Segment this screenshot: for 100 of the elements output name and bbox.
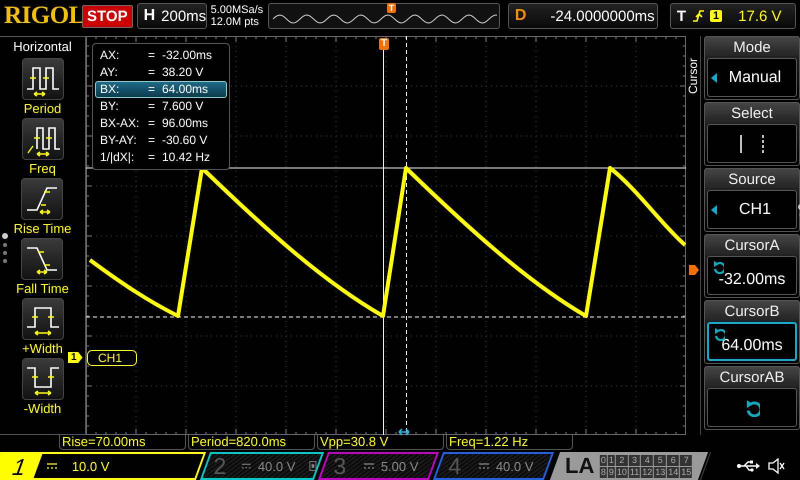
timebase-label: H	[144, 7, 156, 25]
digital-channel-bit: 3	[630, 454, 641, 466]
delay-label: D	[514, 7, 526, 25]
channel-indicator[interactable]: 2 40.0 V	[200, 452, 324, 480]
menu-item-title: CursorAB	[718, 369, 786, 387]
knob-icon	[744, 398, 760, 416]
menu-item[interactable]: Select	[704, 102, 800, 166]
readout-label: BX-AX:	[100, 116, 140, 131]
double-arrow-icon	[398, 428, 410, 436]
equals-sign: =	[148, 116, 156, 131]
trigger-label: T	[676, 8, 686, 24]
left-arrow-icon	[711, 204, 717, 214]
channel-scale: 40.0 V	[496, 458, 534, 474]
readout-value: 7.600 V	[162, 99, 204, 114]
equals-sign: =	[148, 48, 156, 63]
dc-coupling-icon	[240, 463, 252, 469]
digital-channel-bit: 0	[600, 454, 608, 466]
equals-sign: =	[148, 150, 156, 165]
readout-value: -30.60 V	[162, 133, 208, 148]
rising-edge-icon	[692, 10, 704, 22]
cursor-select-icon	[738, 132, 766, 154]
page-dots-icon	[2, 233, 8, 264]
channel-indicator[interactable]: 3 5.00 V	[318, 452, 440, 480]
trigger-source: 1	[710, 10, 722, 22]
digital-channel-bit: 4	[642, 454, 654, 466]
channel-marker: 1	[68, 352, 83, 363]
measurement-value: Freq=1.22 Hz	[446, 435, 573, 450]
usb-icon	[736, 459, 760, 473]
channel-scale: 40.0 V	[257, 458, 295, 474]
menu-title: Horizontal	[12, 38, 73, 56]
menu-item[interactable]: CursorB 64.00ms	[704, 300, 800, 364]
delay-value: -24.0000000ms	[550, 8, 655, 24]
menu-tab-label: Cursor	[686, 58, 700, 94]
digital-channel-bit: 7	[681, 454, 694, 466]
run-stop-status: STOP	[82, 4, 133, 28]
menu-value: Manual	[728, 68, 782, 86]
trigger-marker: T	[379, 38, 390, 50]
menu-value: 64.00ms	[721, 336, 783, 354]
readout-label: BY:	[100, 99, 120, 114]
equals-sign: =	[148, 99, 156, 114]
channel-indicator[interactable]: 1 10.0 V	[0, 452, 206, 480]
menu-item-title: Select	[730, 105, 774, 123]
dc-coupling-icon	[46, 463, 58, 469]
channel-scale: 5.00 V	[380, 458, 418, 474]
channel-indicator[interactable]: 4 40.0 V	[432, 452, 554, 480]
menu-item-title: CursorA	[723, 237, 780, 255]
speaker-muted-icon	[768, 458, 786, 474]
digital-channel-bit: 15	[681, 466, 694, 478]
digital-channel-bit: 13	[654, 466, 667, 478]
menu-item[interactable]: CursorA -32.00ms	[704, 234, 800, 298]
trigger-level: 17.6 V	[738, 8, 782, 24]
digital-channel-bit: 6	[668, 454, 680, 466]
equals-sign: =	[148, 133, 156, 148]
dc-coupling-icon	[478, 463, 490, 469]
digital-channel-bit: 12	[642, 466, 654, 478]
readout-value: -32.00ms	[162, 48, 214, 63]
readout-label: 1/|dX|:	[100, 150, 136, 165]
channel-number: 2	[212, 452, 228, 480]
channel-number: 4	[448, 452, 462, 480]
readout-value: 38.20 V	[162, 65, 204, 80]
equals-sign: =	[148, 65, 156, 80]
channel-number: 3	[332, 452, 348, 480]
measurement-value: Period=820.0ms	[188, 435, 315, 450]
menu-item[interactable]: CursorAB	[704, 366, 800, 430]
digital-channel-bit: 11	[630, 466, 641, 478]
channel-number: 1	[0, 454, 42, 478]
la-label: LA	[565, 453, 595, 479]
channel-label: CH1	[87, 350, 138, 366]
channel-scale: 10.0 V	[72, 458, 110, 474]
readout-value: 10.42 Hz	[162, 150, 212, 165]
menu-item[interactable]: Source CH1	[704, 168, 800, 232]
menu-item-title: Mode	[732, 39, 772, 57]
digital-channel-bit: 14	[668, 466, 680, 478]
memory-depth: 12.0M pts	[210, 16, 260, 28]
digital-channel-bit: 1	[608, 454, 616, 466]
readout-label: AX:	[100, 48, 120, 63]
digital-channel-bit: 9	[608, 466, 616, 478]
menu-item[interactable]: Mode Manual	[704, 36, 800, 100]
memory-icon	[308, 460, 317, 472]
readout-label: BX:	[100, 82, 120, 97]
measurement-value: Vpp=30.8 V	[317, 435, 444, 450]
readout-label: AY:	[100, 65, 119, 80]
readout-label: BY-AY:	[100, 133, 138, 148]
left-arrow-icon	[711, 72, 717, 82]
knob-icon	[712, 260, 724, 274]
equals-sign: =	[148, 82, 156, 97]
digital-channel-bit: 8	[600, 466, 608, 478]
menu-item-title: Source	[727, 171, 777, 189]
trigger-position-marker: T	[386, 3, 396, 13]
readout-value: 64.00ms	[162, 82, 210, 97]
logic-analyzer-indicator[interactable]: LA 0 1 2 3 4 5 6 7 8 9 10 11 12 13 14 15	[550, 452, 708, 480]
dc-coupling-icon	[362, 463, 375, 469]
menu-value: -32.00ms	[718, 270, 786, 288]
trigger-level-marker-icon	[689, 265, 699, 275]
digital-channel-bit: 5	[654, 454, 667, 466]
readout-value: 96.00ms	[162, 116, 210, 131]
sample-rate: 5.00MSa/s	[210, 4, 264, 16]
menu-item-title: CursorB	[723, 303, 780, 321]
timebase-value: 200ms	[161, 8, 206, 24]
menu-value: CH1	[738, 200, 771, 218]
